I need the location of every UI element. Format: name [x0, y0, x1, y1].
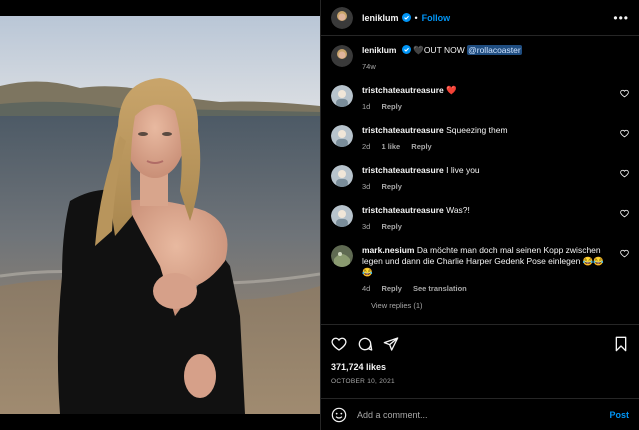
comments-list[interactable]: leniklum 🖤OUT NOW @rollacoaster 74w tris…: [321, 37, 639, 324]
comment-meta: 4d Reply See translation: [362, 284, 611, 293]
comment-likes-count[interactable]: 1 like: [381, 142, 400, 151]
post-comment-button[interactable]: Post: [609, 410, 629, 420]
comment-text: tristchateautreasure Was?!: [362, 205, 611, 216]
reply-button[interactable]: Reply: [381, 182, 401, 191]
view-replies-button[interactable]: View replies (1): [371, 301, 629, 310]
comment-text: tristchateautreasure I live you: [362, 165, 611, 176]
comment-username[interactable]: tristchateautreasure: [362, 85, 444, 95]
post-date: OCTOBER 10, 2021: [331, 378, 395, 385]
caption-username[interactable]: leniklum: [362, 45, 396, 55]
post-photo-image: [0, 16, 320, 414]
comment-text: tristchateautreasure ❤️: [362, 85, 611, 96]
comment-age: 1d: [362, 102, 371, 111]
reply-button[interactable]: Reply: [381, 222, 401, 231]
comment-item: tristchateautreasure ❤️ 1d Reply: [331, 85, 629, 111]
comment-username[interactable]: mark.nesium: [362, 245, 414, 255]
more-options-icon[interactable]: •••: [613, 11, 629, 25]
comment-text: mark.nesium Da möchte man doch mal seine…: [362, 245, 611, 278]
commenter-avatar[interactable]: [331, 165, 353, 187]
caption-meta: 74w: [362, 62, 611, 71]
like-comment-heart-icon[interactable]: [620, 129, 629, 138]
comment-age: 3d: [362, 222, 371, 231]
post-actions: 371,724 likes OCTOBER 10, 2021: [321, 324, 639, 385]
comment-message: I live you: [446, 165, 480, 175]
author-username[interactable]: leniklum: [362, 13, 399, 23]
author-avatar[interactable]: [331, 6, 353, 29]
comment-item: tristchateautreasure Squeezing them 2d 1…: [331, 125, 629, 151]
see-translation-button[interactable]: See translation: [413, 284, 467, 293]
comment-message: ❤️: [446, 85, 457, 95]
caption-message: 🖤OUT NOW: [413, 45, 465, 55]
caption: leniklum 🖤OUT NOW @rollacoaster 74w: [331, 45, 629, 71]
caption-body: leniklum 🖤OUT NOW @rollacoaster 74w: [362, 45, 629, 71]
comment-message: Squeezing them: [446, 125, 508, 135]
comment-body: mark.nesium Da möchte man doch mal seine…: [362, 245, 629, 293]
like-comment-heart-icon[interactable]: [620, 89, 629, 98]
caption-avatar[interactable]: [331, 45, 353, 67]
comment-age: 2d: [362, 142, 371, 151]
comment-icon[interactable]: [357, 336, 373, 352]
comment-meta: 3d Reply: [362, 182, 611, 191]
separator-dot: •: [414, 12, 418, 23]
commenter-avatar[interactable]: [331, 85, 353, 107]
caption-text: leniklum 🖤OUT NOW @rollacoaster: [362, 45, 611, 56]
comment-body: tristchateautreasure I live you 3d Reply: [362, 165, 629, 191]
comment-username[interactable]: tristchateautreasure: [362, 125, 444, 135]
heart-icon[interactable]: [331, 336, 347, 352]
save-icon[interactable]: [613, 336, 629, 352]
comment-meta: 3d Reply: [362, 222, 611, 231]
post-sidebar: leniklum • Follow ••• leniklum 🖤OUT NOW …: [320, 0, 639, 430]
action-icons: [331, 335, 629, 353]
commenter-avatar[interactable]: [331, 125, 353, 147]
comment-username[interactable]: tristchateautreasure: [362, 205, 444, 215]
media-panel: [0, 0, 320, 430]
comment-age: 4d: [362, 284, 371, 293]
comment-body: tristchateautreasure ❤️ 1d Reply: [362, 85, 629, 111]
comment-text: tristchateautreasure Squeezing them: [362, 125, 611, 136]
follow-button[interactable]: Follow: [422, 13, 451, 23]
caption-age: 74w: [362, 62, 376, 71]
like-comment-heart-icon[interactable]: [620, 209, 629, 218]
comment-item: tristchateautreasure Was?! 3d Reply: [331, 205, 629, 231]
comment-item: mark.nesium Da möchte man doch mal seine…: [331, 245, 629, 293]
comment-age: 3d: [362, 182, 371, 191]
post-header: leniklum • Follow •••: [321, 0, 639, 36]
comment-body: tristchateautreasure Was?! 3d Reply: [362, 205, 629, 231]
comment-username[interactable]: tristchateautreasure: [362, 165, 444, 175]
like-comment-heart-icon[interactable]: [620, 169, 629, 178]
comment-input[interactable]: [357, 409, 610, 420]
like-comment-heart-icon[interactable]: [620, 249, 629, 258]
comment-meta: 2d 1 like Reply: [362, 142, 611, 151]
comment-message: Was?!: [446, 205, 470, 215]
commenter-avatar[interactable]: [331, 245, 353, 267]
reply-button[interactable]: Reply: [411, 142, 431, 151]
reply-button[interactable]: Reply: [381, 102, 401, 111]
post-photo[interactable]: [0, 16, 320, 414]
verified-badge-icon: [401, 13, 411, 22]
comment-body: tristchateautreasure Squeezing them 2d 1…: [362, 125, 629, 151]
caption-mention-link[interactable]: @rollacoaster: [467, 45, 522, 55]
commenter-avatar[interactable]: [331, 205, 353, 227]
comment-meta: 1d Reply: [362, 102, 611, 111]
comment-item: tristchateautreasure I live you 3d Reply: [331, 165, 629, 191]
reply-button[interactable]: Reply: [381, 284, 401, 293]
verified-badge-icon: [401, 45, 411, 54]
emoji-icon[interactable]: [331, 407, 347, 423]
add-comment-bar: Post: [321, 398, 639, 430]
share-icon[interactable]: [383, 336, 399, 352]
likes-count[interactable]: 371,724 likes: [331, 362, 629, 372]
